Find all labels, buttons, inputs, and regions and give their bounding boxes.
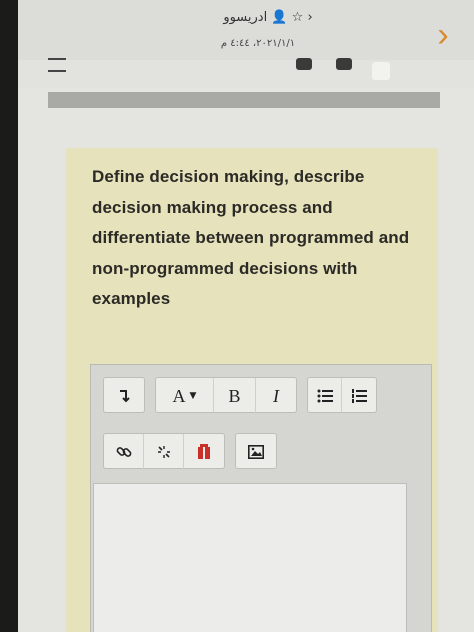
toolbar-group-image <box>235 433 277 469</box>
font-style-label: A <box>172 385 186 406</box>
unlink-button[interactable] <box>144 434 184 470</box>
chevron-left-icon[interactable]: ‹ <box>307 10 312 25</box>
answer-text-area[interactable] <box>93 483 407 632</box>
bell-icon[interactable] <box>296 58 312 70</box>
answer-editor: A ▼ B I <box>90 364 432 632</box>
bold-button[interactable]: B <box>214 378 256 414</box>
bullet-list-button[interactable] <box>308 378 342 414</box>
user-avatar-icon: 👤 <box>271 10 288 25</box>
chat-icon[interactable] <box>336 58 352 70</box>
toolbar-row-2 <box>103 433 277 470</box>
italic-label: I <box>273 385 279 406</box>
unlink-icon <box>157 446 170 458</box>
question-text: Define decision making, describe decisio… <box>92 167 410 308</box>
media-button[interactable] <box>184 434 224 470</box>
insert-link-button[interactable] <box>104 434 144 470</box>
phone-screen: ‹ ☆ 👤 ادريسوو ٢٠٢١/١/١، ٤:٤٤ م › Define … <box>18 0 474 632</box>
divider-strip <box>48 92 440 108</box>
font-style-button[interactable]: A ▼ <box>156 378 214 414</box>
header-title: ‹ ☆ 👤 ادريسوو <box>188 10 348 30</box>
toolbar-group-collapse <box>103 377 145 413</box>
menu-bar <box>18 60 474 88</box>
italic-button[interactable]: I <box>256 378 296 414</box>
numbered-list-button[interactable] <box>342 378 376 414</box>
toolbar-group-format: A ▼ B I <box>155 377 297 414</box>
toolbar-group-lists <box>307 377 377 414</box>
contact-name[interactable]: ادريسوو <box>223 10 267 25</box>
chevron-right-icon[interactable]: › <box>426 18 460 52</box>
image-icon <box>248 445 264 459</box>
numbered-list-icon <box>352 389 367 403</box>
toolbar-group-links <box>103 433 225 470</box>
star-icon[interactable]: ☆ <box>292 10 304 25</box>
media-icon <box>198 444 210 459</box>
collapse-toolbar-button[interactable] <box>104 378 144 414</box>
chat-header: ‹ ☆ 👤 ادريسوو ٢٠٢١/١/١، ٤:٤٤ م › <box>18 0 474 60</box>
question-card: Define decision making, describe decisio… <box>66 148 438 632</box>
arrow-turn-icon <box>120 390 130 403</box>
profile-icon[interactable] <box>372 62 390 80</box>
link-icon <box>116 447 131 457</box>
menu-icon[interactable] <box>48 58 66 72</box>
insert-image-button[interactable] <box>236 434 276 470</box>
toolbar-row-1: A ▼ B I <box>103 377 377 414</box>
bold-label: B <box>228 385 241 406</box>
header-timestamp: ٢٠٢١/١/١، ٤:٤٤ م <box>220 38 296 49</box>
bullet-list-icon <box>317 389 333 403</box>
caret-down-icon: ▼ <box>189 391 197 401</box>
